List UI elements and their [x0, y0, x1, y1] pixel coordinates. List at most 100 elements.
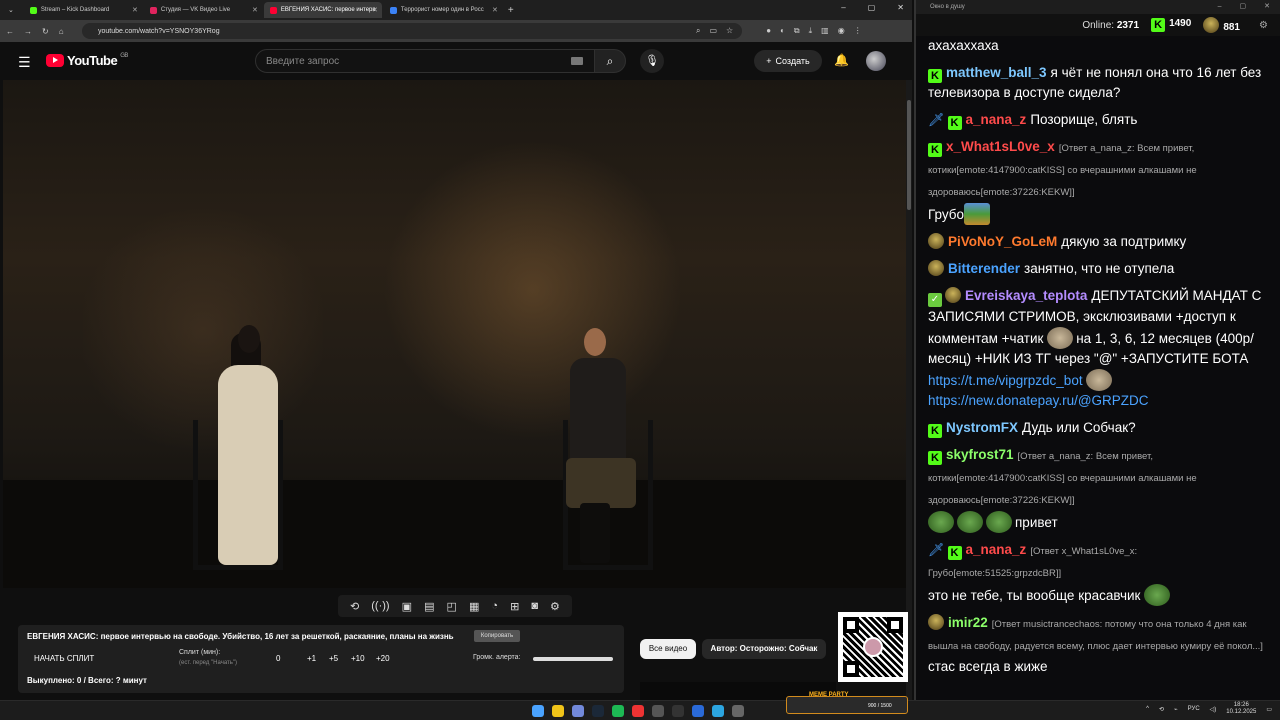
increment-button[interactable]: +20	[376, 654, 390, 663]
notification-icon[interactable]: ▭	[1266, 706, 1272, 713]
filter-all-videos[interactable]: Все видео	[640, 639, 696, 659]
screenshot-icon[interactable]: ◙	[531, 600, 538, 612]
start-split-button[interactable]: НАЧАТЬ СПЛИТ	[34, 654, 94, 663]
alert-volume-slider[interactable]	[533, 657, 613, 661]
menu-icon[interactable]: ⋮	[854, 26, 862, 36]
audio-icon[interactable]: ((·))	[371, 600, 389, 612]
username[interactable]: Evreiskaya_teplota	[965, 288, 1087, 303]
tray-chevron-icon[interactable]: ^	[1146, 706, 1149, 712]
close-tab-icon[interactable]: ✕	[132, 6, 138, 14]
increment-button[interactable]: +10	[351, 654, 365, 663]
alert-volume-label: Громк. алерта:	[473, 654, 521, 661]
spotify-icon[interactable]	[612, 705, 624, 717]
username[interactable]: imir22	[948, 615, 988, 630]
create-button[interactable]: + Создать	[754, 50, 822, 72]
download-icon[interactable]: ⤓	[809, 26, 813, 36]
profile-icon[interactable]: ◉	[838, 26, 845, 36]
close-tab-icon[interactable]: ✕	[252, 6, 258, 14]
close-tab-icon[interactable]: ✕	[492, 6, 498, 14]
avatar[interactable]	[866, 51, 886, 71]
message-link[interactable]: https://new.donatepay.ru/@GRPZDC	[928, 393, 1149, 408]
new-tab-icon[interactable]: +	[508, 5, 514, 16]
filter-author[interactable]: Автор: Осторожно: Собчак	[702, 639, 826, 659]
search-input[interactable]: Введите запрос	[255, 49, 595, 73]
minimize-icon[interactable]: –	[1218, 0, 1222, 14]
back-icon[interactable]: ←	[6, 27, 14, 36]
close-window-icon[interactable]: ✕	[1264, 0, 1270, 14]
clock-time: 18:26	[1233, 702, 1249, 708]
scroll-thumb[interactable]	[907, 100, 911, 210]
app-icon[interactable]	[732, 705, 744, 717]
maximize-icon[interactable]: ▢	[868, 3, 876, 12]
keyboard-icon[interactable]	[571, 57, 583, 65]
language-indicator[interactable]: РУС	[1188, 706, 1200, 712]
telegram-icon[interactable]	[712, 705, 724, 717]
extensions-puzzle-icon[interactable]: ⧉	[794, 26, 800, 36]
video-player[interactable]	[3, 80, 908, 588]
message-text: Грубо	[928, 207, 965, 222]
steam-icon[interactable]	[592, 705, 604, 717]
obs-icon[interactable]	[672, 705, 684, 717]
discord-icon[interactable]	[572, 705, 584, 717]
reload-icon[interactable]: ↻	[42, 27, 49, 36]
tab-search-icon[interactable]: ⌄	[8, 6, 14, 14]
tab-article[interactable]: Террорист номер один в Росс ✕	[384, 2, 502, 18]
clock[interactable]: 18:26 10.12.2025	[1226, 702, 1256, 716]
increment-button[interactable]: +1	[307, 654, 316, 663]
zoom-icon[interactable]: ⌕	[696, 26, 700, 36]
sidebar-icon[interactable]: ▥	[821, 26, 829, 36]
cast-icon[interactable]: ▭	[709, 26, 717, 36]
tab-label: Студия — VK Видео Live	[160, 7, 231, 13]
search-button[interactable]: ⌕	[594, 49, 626, 73]
add-clip-icon[interactable]: ⊞	[510, 600, 519, 613]
home-icon[interactable]: ⌂	[59, 27, 64, 36]
speed-icon[interactable]: ◔	[491, 600, 498, 612]
username[interactable]: matthew_ball_3	[946, 65, 1047, 80]
close-window-icon[interactable]: ✕	[897, 3, 904, 12]
message-link[interactable]: https://t.me/vipgrpzdc_bot	[928, 373, 1083, 388]
address-bar[interactable]: youtube.com/watch?v=YSNOY36YRog	[82, 23, 742, 39]
page-scrollbar[interactable]	[906, 80, 912, 700]
windows-start-icon[interactable]	[532, 705, 544, 717]
chat-settings-gear-icon[interactable]: ⚙	[1259, 20, 1268, 31]
tab-bar: ⌄ Stream – Kick Dashboard ✕ Студия — VK В…	[0, 0, 912, 20]
username[interactable]: a_nana_z	[966, 542, 1027, 557]
extension-icon[interactable]: ◐	[780, 26, 785, 36]
tab-youtube[interactable]: ЕВГЕНИЯ ХАСИС: первое интерв ✕	[263, 2, 382, 18]
username[interactable]: skyfrost71	[946, 447, 1014, 462]
settings-gear-icon[interactable]: ⚙	[550, 600, 560, 613]
app-icon[interactable]	[652, 705, 664, 717]
app-icon[interactable]	[692, 705, 704, 717]
tab-kick[interactable]: Stream – Kick Dashboard ✕	[24, 2, 142, 18]
bookmark-icon[interactable]: ☆	[726, 26, 733, 36]
pip-icon[interactable]: ◰	[447, 600, 457, 613]
tab-vk[interactable]: Студия — VK Видео Live ✕	[144, 2, 262, 18]
kick-icon: K	[947, 116, 962, 130]
app-icon[interactable]	[632, 705, 644, 717]
network-icon[interactable]: ⌁	[1174, 706, 1178, 713]
youtube-logo[interactable]: YouTube GB	[46, 53, 128, 68]
tray-app-icon[interactable]: ⟲	[1159, 706, 1164, 713]
username[interactable]: Bitterender	[948, 261, 1020, 276]
maximize-icon[interactable]: ▢	[1240, 0, 1247, 14]
extension-icon[interactable]: ●	[766, 26, 771, 36]
split-value: 0	[276, 654, 281, 663]
video-filter-icon[interactable]: ▣	[402, 600, 412, 613]
minimize-icon[interactable]: –	[841, 3, 845, 12]
clapper-icon[interactable]: ▤	[424, 600, 434, 613]
chrome-icon[interactable]	[552, 705, 564, 717]
copy-button[interactable]: Копировать	[474, 630, 520, 642]
notifications-bell-icon[interactable]: 🔔	[834, 53, 849, 67]
username[interactable]: a_nana_z	[966, 112, 1027, 127]
increment-button[interactable]: +5	[329, 654, 338, 663]
voice-search-button[interactable]: 🎙	[640, 49, 664, 73]
loop-icon[interactable]: ⟲	[350, 600, 359, 613]
volume-icon[interactable]: ◁)	[1210, 706, 1217, 713]
username[interactable]: NystromFX	[946, 420, 1018, 435]
forward-icon[interactable]: →	[24, 27, 32, 36]
close-tab-icon[interactable]: ✕	[372, 6, 378, 14]
film-icon[interactable]: ▦	[469, 600, 479, 613]
menu-burger-icon[interactable]: ☰	[18, 54, 31, 71]
username[interactable]: PiVoNoY_GoLeM	[948, 234, 1057, 249]
username[interactable]: x_What1sL0ve_x	[946, 139, 1055, 154]
